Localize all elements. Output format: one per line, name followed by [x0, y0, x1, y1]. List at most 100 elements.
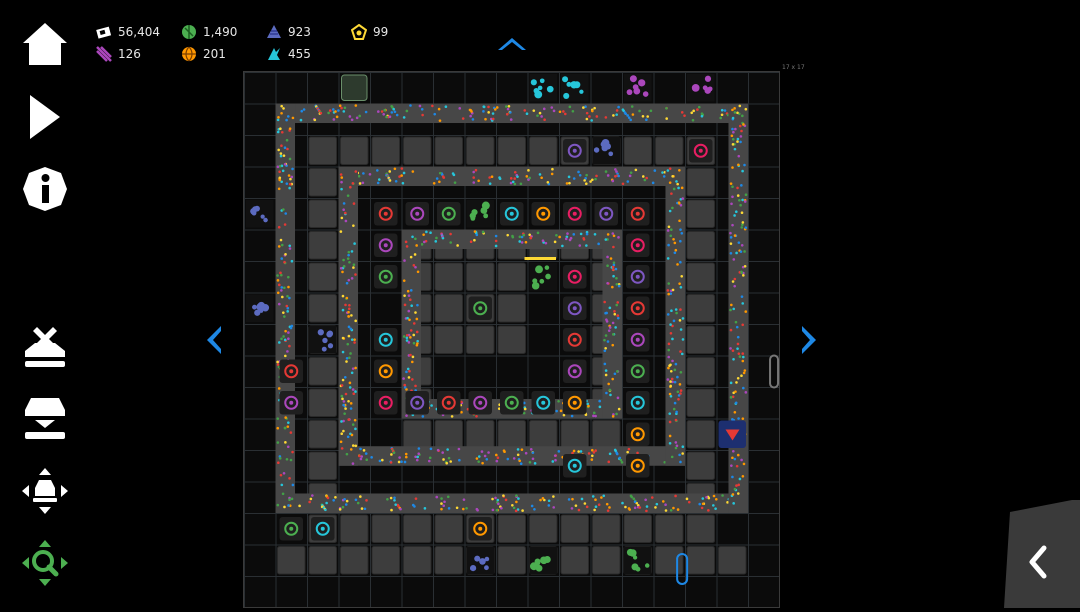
item-dot [729, 242, 733, 245]
back-chevron-icon[interactable] [1000, 500, 1080, 608]
item-dot [299, 118, 303, 122]
item-dot [277, 302, 281, 306]
item-dot [415, 458, 419, 462]
item-dot [491, 117, 495, 121]
item-dot [279, 154, 283, 158]
item-dot [742, 386, 745, 390]
item-dot [729, 182, 733, 185]
item-dot [498, 177, 502, 181]
item-dot [500, 506, 503, 510]
item-dot [583, 179, 586, 182]
item-dot [340, 394, 344, 398]
item-dot [368, 172, 372, 176]
item-dot [690, 111, 694, 115]
item-dot [506, 457, 510, 461]
item-dot [613, 310, 616, 313]
item-dot [591, 495, 595, 498]
floor-tile [371, 136, 400, 165]
machine-center [635, 400, 640, 405]
item-dot [676, 508, 680, 511]
scroll-right-arrow-icon[interactable] [800, 324, 818, 356]
item-dot [288, 157, 292, 161]
item-dot [655, 502, 659, 506]
floor-tile [403, 420, 432, 449]
build-button[interactable] [18, 392, 72, 446]
back-panel[interactable] [1000, 500, 1080, 608]
home-button[interactable] [18, 17, 72, 71]
board-canvas[interactable] [244, 72, 781, 609]
item-dot [641, 175, 645, 178]
item-dot [285, 118, 288, 122]
item-dot [342, 429, 345, 433]
move-button[interactable] [18, 464, 72, 518]
item-dot [276, 441, 280, 444]
item-dot [616, 314, 620, 317]
ore-chunk [483, 213, 489, 219]
item-dot [354, 444, 358, 448]
item-dot [619, 458, 623, 462]
item-dot [649, 109, 653, 113]
scroll-up-arrow-icon[interactable] [496, 36, 528, 52]
item-dot [405, 336, 409, 340]
item-dot [342, 202, 346, 205]
item-dot [614, 326, 617, 329]
demolish-button[interactable] [18, 320, 72, 374]
item-dot [449, 232, 452, 236]
item-dot [677, 201, 681, 204]
item-dot [562, 110, 565, 113]
item-dot [550, 172, 554, 176]
item-dot [502, 494, 505, 497]
floor-tile [529, 420, 558, 449]
item-dot [669, 323, 672, 326]
item-dot [407, 376, 411, 379]
ore-chunk [566, 81, 572, 87]
item-dot [607, 382, 610, 386]
item-dot [344, 392, 348, 396]
floor-tile [371, 514, 400, 543]
item-dot [594, 505, 598, 508]
item-dot [490, 175, 494, 179]
item-dot [403, 294, 406, 297]
floor-tile [497, 325, 526, 354]
item-dot [669, 369, 673, 373]
item-dot [346, 194, 350, 197]
item-dot [603, 338, 606, 342]
item-dot [544, 241, 548, 245]
floor-tile [434, 136, 463, 165]
floor-tile [340, 514, 369, 543]
item-dot [281, 169, 285, 173]
item-dot [683, 114, 686, 117]
item-dot [669, 363, 672, 367]
item-dot [415, 343, 419, 347]
item-dot [597, 242, 600, 246]
machine-center [635, 274, 640, 279]
floor-tile [277, 546, 306, 575]
floor-tile [529, 136, 558, 165]
scroll-left-arrow-icon[interactable] [205, 324, 223, 356]
zoom-move-button[interactable] [18, 536, 72, 590]
item-dot [402, 377, 405, 380]
item-dot [277, 116, 280, 119]
item-dot [412, 333, 416, 337]
item-dot [280, 337, 283, 341]
item-dot [726, 501, 729, 504]
item-dot [283, 505, 286, 509]
item-dot [332, 108, 335, 111]
item-dot [338, 508, 342, 511]
item-dot [457, 447, 461, 451]
item-dot [415, 244, 418, 247]
game-board[interactable] [243, 71, 780, 608]
floor-tile [655, 546, 684, 575]
item-dot [731, 185, 734, 189]
machine-center [635, 337, 640, 342]
item-dot [666, 169, 670, 172]
item-dot [390, 508, 393, 512]
item-dot [590, 119, 593, 122]
play-button[interactable] [18, 90, 72, 144]
info-button[interactable] [18, 162, 72, 216]
item-dot [611, 321, 615, 325]
item-dot [496, 498, 500, 502]
item-dot [484, 117, 487, 121]
item-dot [720, 108, 724, 112]
item-dot [388, 170, 392, 173]
